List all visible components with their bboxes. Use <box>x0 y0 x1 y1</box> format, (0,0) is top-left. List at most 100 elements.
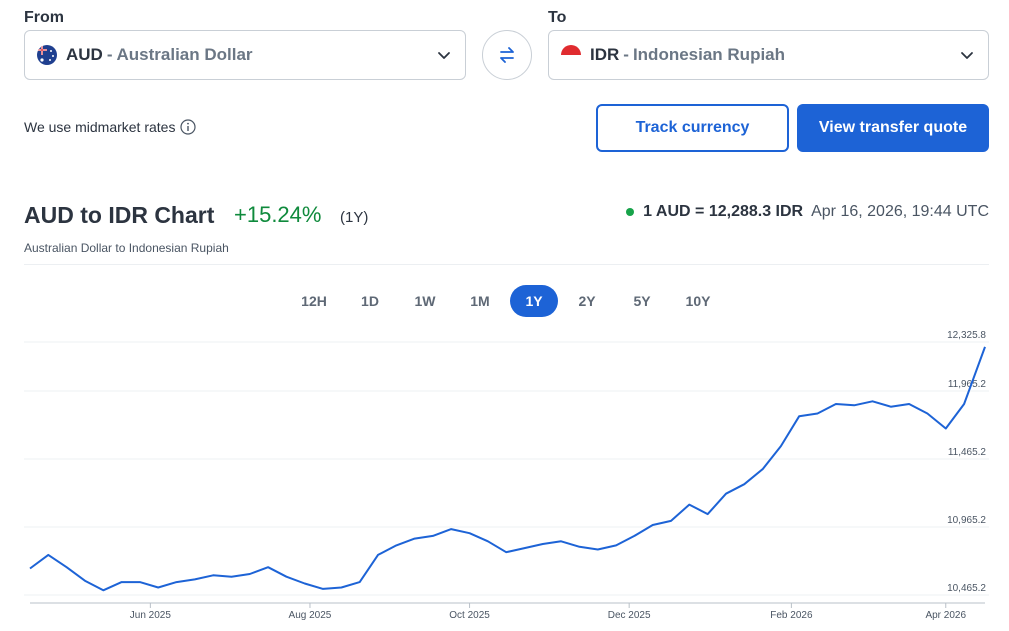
data-point <box>797 414 801 418</box>
x-tick-label: Apr 2026 <box>925 610 966 621</box>
data-point <box>120 580 124 584</box>
chevron-down-icon <box>438 52 450 59</box>
data-point <box>248 572 252 576</box>
data-point <box>28 567 32 571</box>
tab-12h[interactable]: 12H <box>290 285 338 317</box>
indonesia-flag-icon <box>561 45 581 65</box>
australia-flag-icon <box>37 45 57 65</box>
chart-title: AUD to IDR Chart <box>24 202 215 228</box>
to-currency-select[interactable]: IDR - Indonesian Rupiah <box>548 30 989 80</box>
data-point <box>907 402 911 406</box>
tab-1m[interactable]: 1M <box>456 285 504 317</box>
data-point <box>669 519 673 523</box>
data-point <box>632 534 636 538</box>
x-tick-label: Dec 2025 <box>608 610 651 621</box>
data-point <box>376 553 380 557</box>
data-point <box>193 577 197 581</box>
divider <box>24 264 989 265</box>
data-point <box>852 403 856 407</box>
from-code: AUD <box>66 45 103 64</box>
from-currency-select[interactable]: AUD - Australian Dollar <box>24 30 466 80</box>
from-label: From <box>24 9 64 26</box>
data-point <box>266 565 270 569</box>
live-status-dot <box>626 208 635 216</box>
info-icon[interactable] <box>180 119 197 135</box>
data-point <box>358 580 362 584</box>
data-point <box>944 426 948 430</box>
data-point <box>816 411 820 415</box>
data-point <box>687 503 691 507</box>
data-point <box>834 402 838 406</box>
tab-1y[interactable]: 1Y <box>510 285 558 317</box>
to-separator: - <box>623 45 629 64</box>
swap-currencies-button[interactable] <box>482 30 532 80</box>
rate-timestamp: Apr 16, 2026, 19:44 UTC <box>811 203 989 220</box>
from-separator: - <box>106 45 113 64</box>
data-point <box>870 399 874 403</box>
data-point <box>596 547 600 551</box>
y-tick-label: 11,965.2 <box>948 379 987 390</box>
midmarket-note-text: We use midmarket rates <box>24 119 176 135</box>
data-point <box>229 575 233 579</box>
x-tick-label: Jun 2025 <box>130 610 172 621</box>
data-point <box>504 550 508 554</box>
data-point <box>523 546 527 550</box>
data-point <box>651 523 655 527</box>
swap-arrows-icon <box>500 47 514 63</box>
chart-subtitle: Australian Dollar to Indonesian Rupiah <box>24 241 229 255</box>
data-point <box>101 588 105 592</box>
data-point <box>742 482 746 486</box>
rate-value: 1 AUD = 12,288.3 IDR <box>643 203 804 220</box>
data-point <box>577 545 581 549</box>
data-point <box>486 539 490 543</box>
data-point <box>156 586 160 590</box>
tab-1d[interactable]: 1D <box>346 285 394 317</box>
data-point <box>83 579 87 583</box>
tab-1w[interactable]: 1W <box>401 285 449 317</box>
tab-5y[interactable]: 5Y <box>618 285 666 317</box>
data-point <box>339 586 343 590</box>
data-point <box>983 345 987 349</box>
current-rate: 1 AUD = 12,288.3 IDR Apr 16, 2026, 19:44… <box>626 203 989 221</box>
x-tick-label: Feb 2026 <box>770 610 813 621</box>
data-point <box>706 512 710 516</box>
data-point <box>284 575 288 579</box>
chevron-down-icon <box>961 52 973 59</box>
data-point <box>46 553 50 557</box>
data-point <box>559 539 563 543</box>
x-tick-label: Aug 2025 <box>289 610 332 621</box>
from-name: Australian Dollar <box>116 45 253 64</box>
data-point <box>724 492 728 496</box>
midmarket-note: We use midmarket rates <box>24 119 197 135</box>
track-currency-button[interactable]: Track currency <box>596 104 789 152</box>
y-tick-label: 10,965.2 <box>947 515 986 526</box>
data-point <box>303 581 307 585</box>
data-point <box>321 587 325 591</box>
data-point <box>779 444 783 448</box>
data-point <box>541 542 545 546</box>
data-point <box>175 580 179 584</box>
chart-change: +15.24% <box>234 202 322 227</box>
data-point <box>413 537 417 541</box>
data-point <box>761 467 765 471</box>
rate-chart[interactable]: 12,325.8 11,965.2 11,465.2 10,965.2 10,465.2… <box>0 325 1009 631</box>
to-code: IDR <box>590 45 620 64</box>
tab-2y[interactable]: 2Y <box>563 285 611 317</box>
data-point <box>65 565 69 569</box>
y-tick-label: 10,465.2 <box>947 583 986 594</box>
data-point <box>138 580 142 584</box>
data-point <box>962 402 966 406</box>
data-point <box>449 527 453 531</box>
data-point <box>431 534 435 538</box>
period-tabs: 12H 1D 1W 1M 1Y 2Y 5Y 10Y <box>0 285 1009 317</box>
view-transfer-quote-button[interactable]: View transfer quote <box>797 104 989 152</box>
series-line <box>29 346 986 592</box>
y-tick-label: 12,325.8 <box>947 330 986 341</box>
y-tick-label: 11,465.2 <box>948 447 987 458</box>
x-tick-label: Oct 2025 <box>449 610 490 621</box>
data-point <box>468 531 472 535</box>
chart-period: (1Y) <box>340 209 369 226</box>
data-point <box>394 543 398 547</box>
data-point <box>925 411 929 415</box>
tab-10y[interactable]: 10Y <box>674 285 722 317</box>
